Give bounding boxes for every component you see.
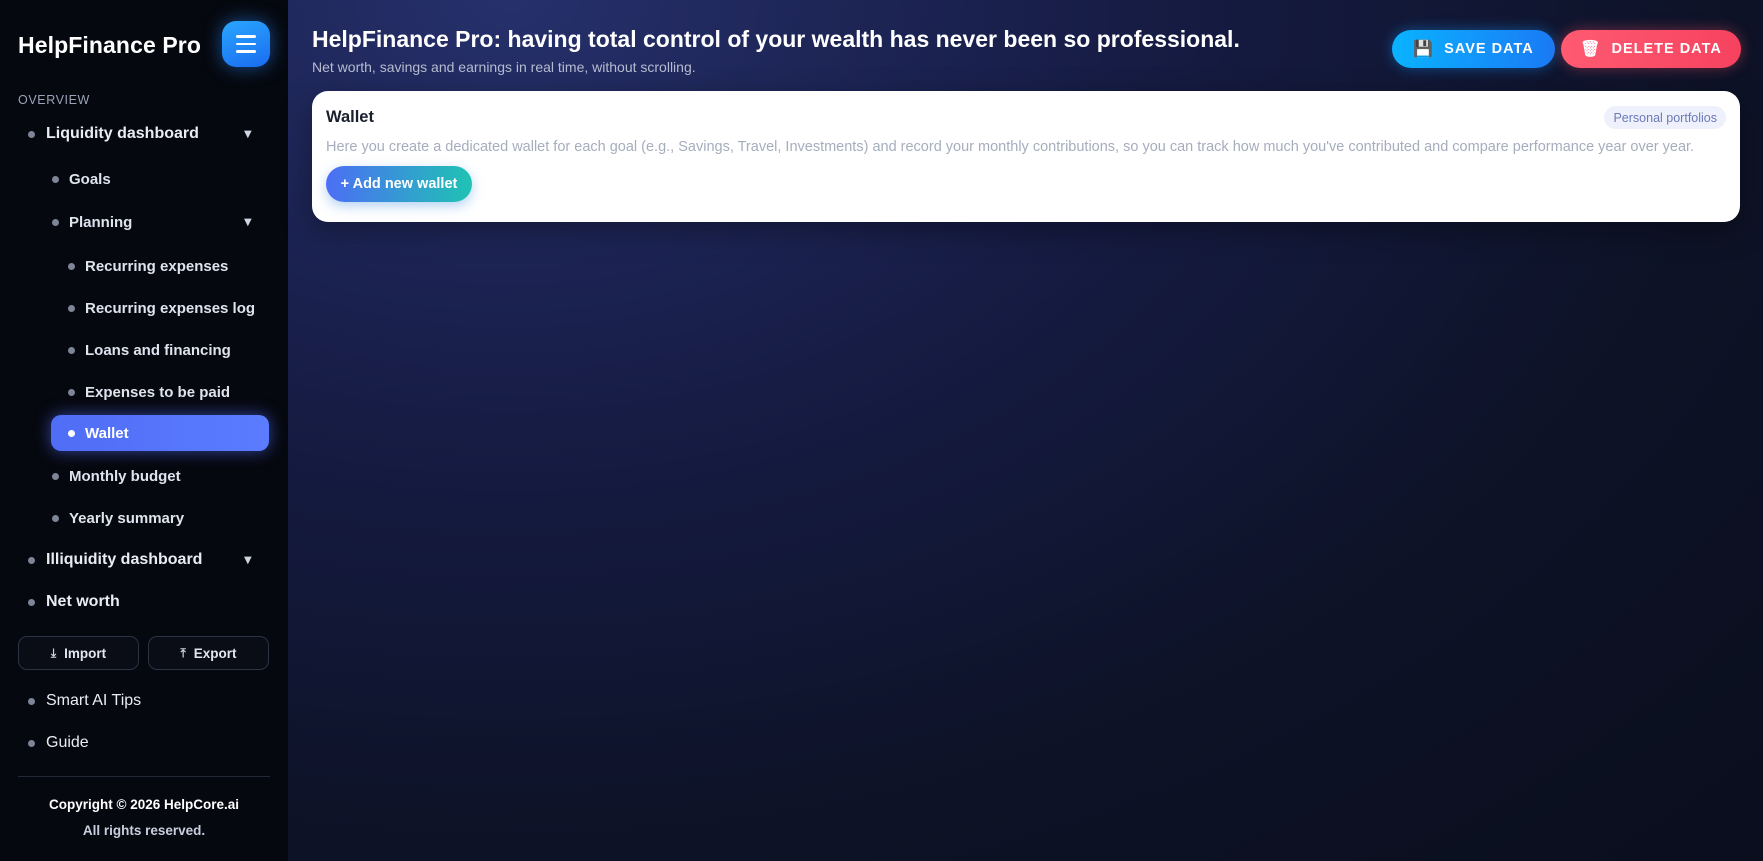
bullet-icon [52,175,59,183]
personal-portfolios-badge: Personal portfolios [1604,106,1726,129]
wallet-card-title: Wallet [326,108,374,126]
sidebar-item-label: Recurring expenses [85,257,229,275]
bullet-icon [68,388,75,396]
rights-reserved-text: All rights reserved. [82,823,206,838]
bullet-icon [68,262,75,270]
bullet-icon [52,218,59,226]
sidebar-item-guide[interactable]: Guide [28,725,89,761]
export-label: Export [193,645,237,661]
download-icon: ⤓ [50,645,57,660]
chevron-down-icon[interactable]: ▼ [244,217,252,228]
upload-icon: ⤒ [180,645,186,660]
bullet-icon [68,346,75,354]
brand-title: HelpFinance Pro [18,32,201,58]
sidebar-item-planning[interactable]: Planning [52,204,132,240]
wallet-card: Wallet Personal portfolios Here you crea… [312,91,1740,222]
sidebar-item-liquidity-dashboard[interactable]: Liquidity dashboard [28,116,199,152]
sidebar-item-label: Planning [69,213,133,231]
add-new-wallet-button[interactable]: + Add new wallet [326,166,472,202]
sidebar-item-recurring-expenses-log[interactable]: Recurring expenses log [68,290,255,326]
sidebar-item-illiquidity-dashboard[interactable]: Illiquidity dashboard [28,542,202,578]
sidebar-item-smart-ai-tips[interactable]: Smart AI Tips [28,683,141,719]
sidebar-item-yearly-summary[interactable]: Yearly summary [52,500,184,536]
sidebar: HelpFinance Pro OVERVIEW Liquidity dashb… [0,0,288,861]
sidebar-item-recurring-expenses[interactable]: Recurring expenses [68,248,228,284]
sidebar-divider [18,776,270,777]
bullet-icon [68,429,75,437]
sidebar-item-label: Recurring expenses log [85,299,256,317]
hamburger-menu-icon [236,35,256,38]
sidebar-item-label: Smart AI Tips [46,692,142,709]
copyright-text: Copyright © 2026 HelpCore.ai [49,797,239,812]
import-button[interactable]: ⤓ Import [18,636,139,670]
page-title: HelpFinance Pro: having total control of… [312,26,1240,52]
import-label: Import [64,645,107,661]
sidebar-item-monthly-budget[interactable]: Monthly budget [52,458,181,494]
delete-data-button[interactable]: 🗑 DELETE DATA [1561,30,1741,68]
page-subtitle: Net worth, savings and earnings in real … [312,59,696,75]
sidebar-item-loans-and-financing[interactable]: Loans and financing [68,332,231,368]
menu-toggle-button[interactable] [222,21,270,67]
floppy-disk-icon: 💾 [1413,41,1435,58]
section-label-overview: OVERVIEW [18,93,90,107]
bullet-icon [28,697,35,705]
sidebar-item-label: Guide [46,734,89,751]
export-button[interactable]: ⤒ Export [148,636,269,670]
sidebar-item-goals[interactable]: Goals [52,161,111,197]
bullet-icon [52,472,59,480]
bullet-icon [28,739,35,747]
chevron-down-icon[interactable]: ▼ [244,555,252,566]
trash-icon: 🗑 [1580,41,1602,58]
wallet-card-description: Here you create a dedicated wallet for e… [326,139,1695,155]
sidebar-item-label: Expenses to be paid [85,383,231,401]
sidebar-item-label: Net worth [46,593,120,610]
sidebar-item-label: Wallet [85,424,129,442]
sidebar-item-net-worth[interactable]: Net worth [28,584,120,620]
save-data-button[interactable]: 💾 SAVE DATA [1392,30,1555,68]
bullet-icon [28,598,35,606]
delete-data-label: DELETE DATA [1611,41,1722,57]
bullet-icon [52,514,59,522]
sidebar-item-wallet[interactable]: Wallet [68,415,129,451]
sidebar-item-label: Goals [69,170,111,188]
sidebar-item-label: Loans and financing [85,341,231,359]
sidebar-item-expenses-to-be-paid[interactable]: Expenses to be paid [68,374,230,410]
chevron-down-icon[interactable]: ▼ [244,129,252,140]
sidebar-item-label: Yearly summary [69,509,185,527]
sidebar-item-label: Liquidity dashboard [46,125,199,142]
sidebar-item-label: Illiquidity dashboard [46,551,203,568]
sidebar-item-label: Monthly budget [69,467,181,485]
save-data-label: SAVE DATA [1444,41,1534,57]
bullet-icon [68,304,75,312]
main-content: HelpFinance Pro: having total control of… [288,0,1763,861]
bullet-icon [28,556,35,564]
bullet-icon [28,130,35,138]
